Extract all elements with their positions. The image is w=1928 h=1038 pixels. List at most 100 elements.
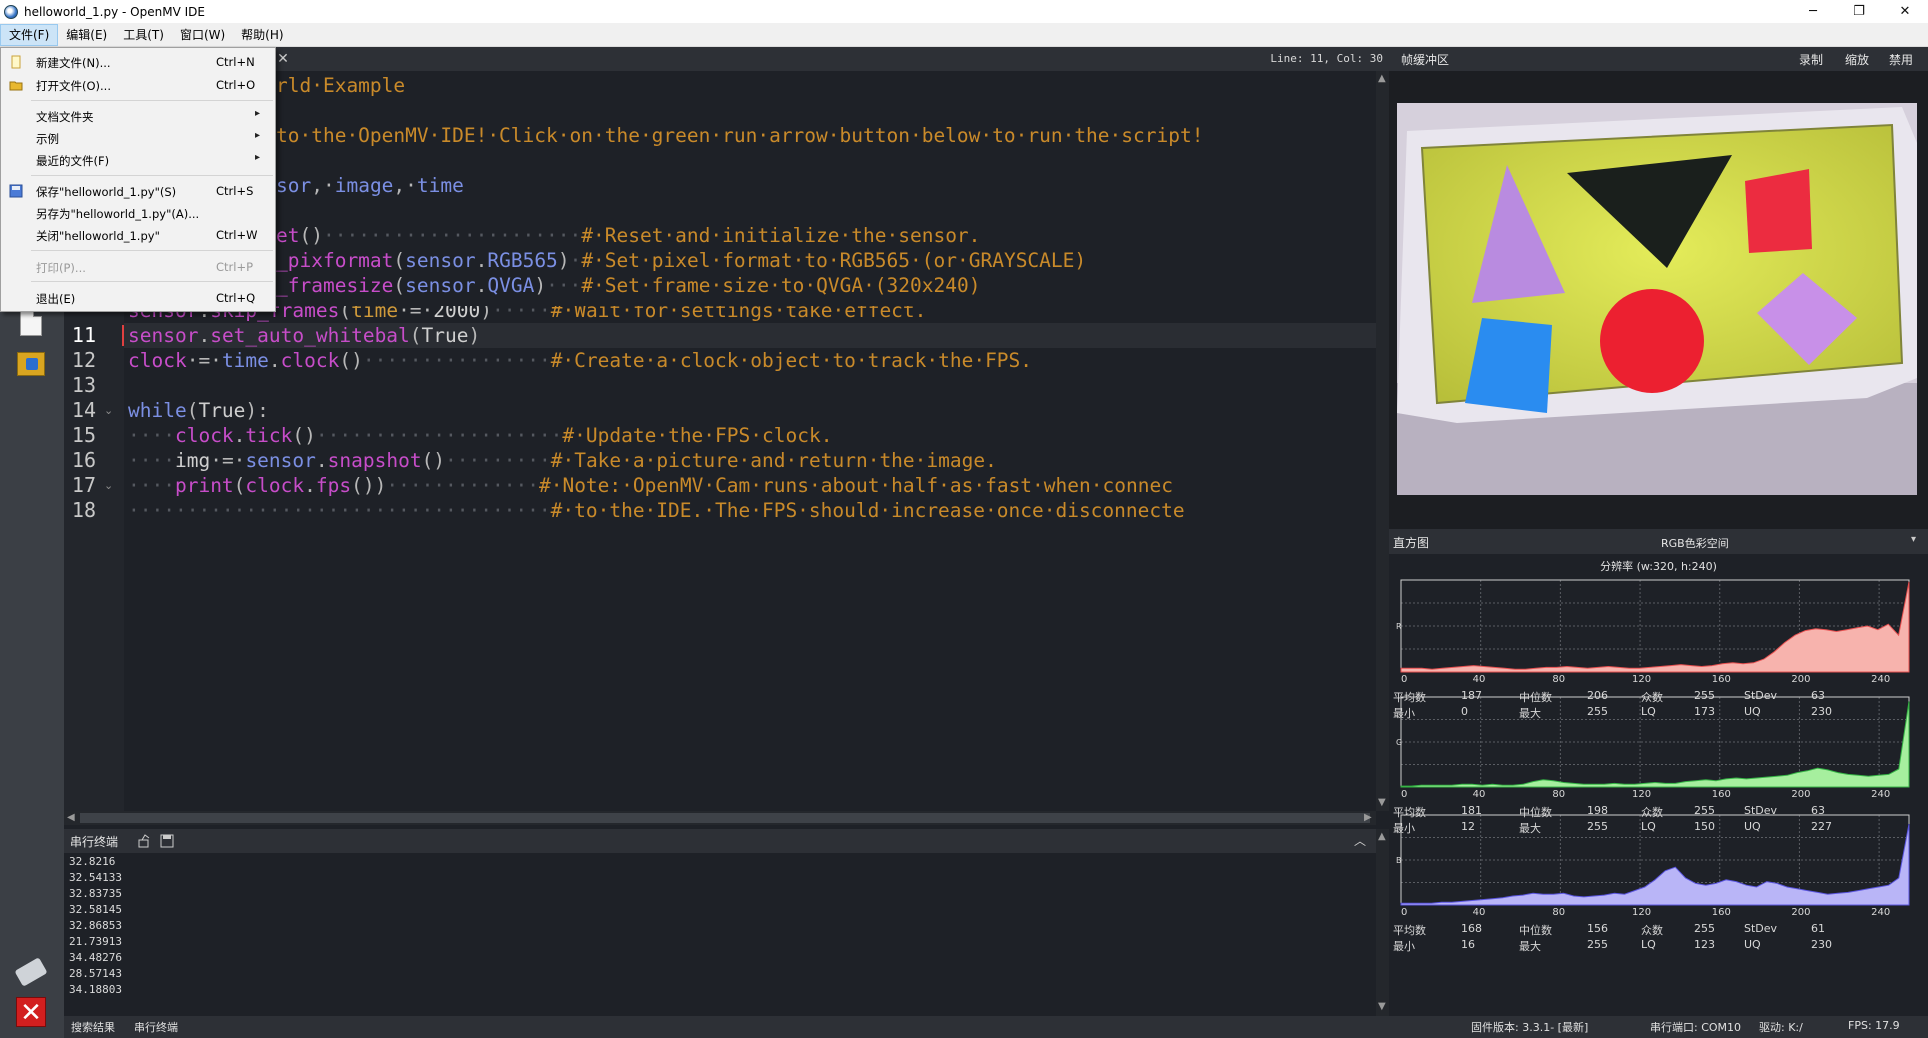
- menu-item-documents-folder[interactable]: 文档文件夹 ▸: [1, 105, 275, 127]
- chevron-down-icon[interactable]: ▾: [1911, 534, 1916, 545]
- scrollbar-thumb[interactable]: [80, 813, 1370, 823]
- clear-terminal-icon[interactable]: [138, 834, 152, 848]
- stat-value: 255: [1587, 705, 1608, 718]
- save-terminal-icon[interactable]: [160, 834, 174, 848]
- new-file-icon: [11, 55, 21, 69]
- plug-icon: [14, 957, 48, 987]
- document-icon: [20, 308, 42, 336]
- frame-buffer-view[interactable]: [1389, 71, 1928, 529]
- menu-item-open-file[interactable]: 打开文件(O)... Ctrl+O: [1, 74, 275, 96]
- drive-path[interactable]: 驱动: K:/: [1759, 1019, 1803, 1035]
- serial-terminal-title: 串行终端: [70, 835, 119, 849]
- menu-item-examples[interactable]: 示例 ▸: [1, 127, 275, 149]
- histogram-header: 直方图 RGB色彩空间 ▾: [1389, 529, 1928, 554]
- menu-item-save[interactable]: 保存"helloworld_1.py"(S) Ctrl+S: [1, 180, 275, 202]
- code-line: sensor.set_auto_whitebal(True): [128, 324, 481, 347]
- maximize-button[interactable]: ❐: [1836, 0, 1882, 23]
- stat-value: 255: [1587, 820, 1608, 833]
- histogram-tick-label: 200: [1791, 907, 1811, 918]
- menu-help[interactable]: 帮助(H): [233, 24, 291, 46]
- scroll-up-icon[interactable]: ▲: [1378, 831, 1386, 842]
- histogram-tick-label: 80: [1552, 907, 1566, 918]
- stat-value: 198: [1587, 804, 1608, 817]
- stat-label: UQ: [1744, 820, 1761, 833]
- stat-value: 227: [1811, 820, 1832, 833]
- scroll-left-icon[interactable]: ◀: [67, 812, 75, 823]
- serial-terminal-output[interactable]: 32.8216 32.54133 32.83735 32.58145 32.86…: [64, 853, 1376, 1016]
- camera-frame-image: [1397, 103, 1917, 495]
- stat-label: 众数: [1641, 924, 1663, 937]
- menu-edit[interactable]: 编辑(E): [58, 24, 115, 46]
- histogram-r-channel: R: [1396, 579, 1910, 673]
- tab-search-results[interactable]: 搜索结果: [71, 1019, 115, 1035]
- menu-item-close[interactable]: 关闭"helloworld_1.py" Ctrl+W: [1, 224, 275, 246]
- fps-readout: FPS: 17.9: [1848, 1019, 1900, 1032]
- serial-port: 串行端口: COM10: [1650, 1021, 1742, 1034]
- tab-close-icon[interactable]: ✕: [274, 47, 292, 71]
- histogram-tick-label: 80: [1552, 789, 1566, 800]
- close-window-button[interactable]: ✕: [1882, 0, 1928, 23]
- line-number: 14: [71, 398, 96, 422]
- connect-button[interactable]: [14, 955, 48, 989]
- stat-label: UQ: [1744, 705, 1761, 718]
- bookmark-marker: [122, 325, 124, 346]
- stat-label: LQ: [1641, 705, 1656, 718]
- stat-value: 16: [1461, 938, 1475, 951]
- menu-item-exit[interactable]: 退出(E) Ctrl+Q: [1, 287, 275, 309]
- stat-label: 中位数: [1519, 691, 1552, 704]
- disable-button[interactable]: 禁用: [1889, 51, 1913, 68]
- histogram-tick-label: 40: [1472, 907, 1486, 918]
- menu-separator: [31, 175, 273, 176]
- menu-item-recent-files[interactable]: 最近的文件(F) ▸: [1, 149, 275, 171]
- menu-separator: [31, 100, 273, 101]
- tab-serial-terminal[interactable]: 串行终端: [134, 1019, 178, 1035]
- code-line: _pixformat(sensor.RGB565)·#·Set·pixel·fo…: [276, 249, 1087, 272]
- scroll-right-icon[interactable]: ▶: [1364, 812, 1372, 823]
- stat-label: 中位数: [1519, 924, 1552, 937]
- save-icon: [9, 184, 23, 198]
- collapse-terminal-icon[interactable]: ︿: [1354, 832, 1366, 849]
- stop-button[interactable]: ✕: [14, 995, 48, 1029]
- histogram-tick-label: 0: [1401, 907, 1408, 918]
- stat-label: 最大: [1519, 822, 1541, 835]
- stat-value: 156: [1587, 922, 1608, 935]
- window-title: helloworld_1.py - OpenMV IDE: [24, 4, 205, 19]
- menu-window[interactable]: 窗口(W): [172, 24, 233, 46]
- open-examples-tool-button[interactable]: [14, 347, 48, 381]
- firmware-version[interactable]: 固件版本: 3.3.1- [最新]: [1471, 1019, 1588, 1035]
- menu-item-save-as[interactable]: 另存为"helloworld_1.py"(A)...: [1, 202, 275, 224]
- scroll-up-icon[interactable]: ▲: [1378, 73, 1386, 84]
- stat-value: 255: [1694, 689, 1715, 702]
- histogram-tick-label: 240: [1871, 674, 1891, 685]
- file-menu-dropdown: 新建文件(N)... Ctrl+N 打开文件(O)... Ctrl+O 文档文件夹 ▸…: [0, 47, 276, 312]
- menu-item-new-file[interactable]: 新建文件(N)... Ctrl+N: [1, 51, 275, 73]
- stat-label: StDev: [1744, 922, 1778, 935]
- fold-marker-icon[interactable]: ⌄: [104, 473, 113, 498]
- scroll-down-icon[interactable]: ▼: [1378, 797, 1386, 808]
- stat-value: 206: [1587, 689, 1608, 702]
- line-number: 15: [71, 423, 96, 447]
- code-line: et()······················#·Reset·and·in…: [276, 224, 981, 247]
- stat-label: StDev: [1744, 804, 1778, 817]
- editor-vertical-scrollbar[interactable]: ▲ ▼: [1376, 71, 1389, 811]
- colorspace-select[interactable]: RGB色彩空间: [1661, 535, 1729, 551]
- editor-horizontal-scrollbar[interactable]: ◀ ▶: [64, 811, 1376, 825]
- stat-value: 150: [1694, 820, 1715, 833]
- minimize-button[interactable]: ─: [1790, 0, 1836, 23]
- histogram-area: [1400, 823, 1910, 906]
- stat-label: 平均数: [1393, 806, 1426, 819]
- fold-marker-icon[interactable]: ⌄: [104, 398, 113, 423]
- histogram-title: 直方图: [1393, 536, 1430, 550]
- stat-value: 173: [1694, 705, 1715, 718]
- serial-terminal-scrollbar[interactable]: ▲ ▼: [1376, 829, 1389, 1016]
- histogram-tick-label: 40: [1472, 789, 1486, 800]
- stat-label: 众数: [1641, 806, 1663, 819]
- zoom-button[interactable]: 缩放: [1845, 51, 1869, 68]
- record-button[interactable]: 录制: [1799, 51, 1823, 68]
- menu-file[interactable]: 文件(F): [0, 23, 59, 46]
- line-number: 17: [71, 473, 96, 497]
- status-bar: 搜索结果 串行终端 固件版本: 3.3.1- [最新] 串行端口: COM10 …: [64, 1016, 1928, 1038]
- code-line: sor,·image,·time: [276, 174, 464, 197]
- menu-tools[interactable]: 工具(T): [115, 24, 172, 46]
- scroll-down-icon[interactable]: ▼: [1378, 1001, 1386, 1012]
